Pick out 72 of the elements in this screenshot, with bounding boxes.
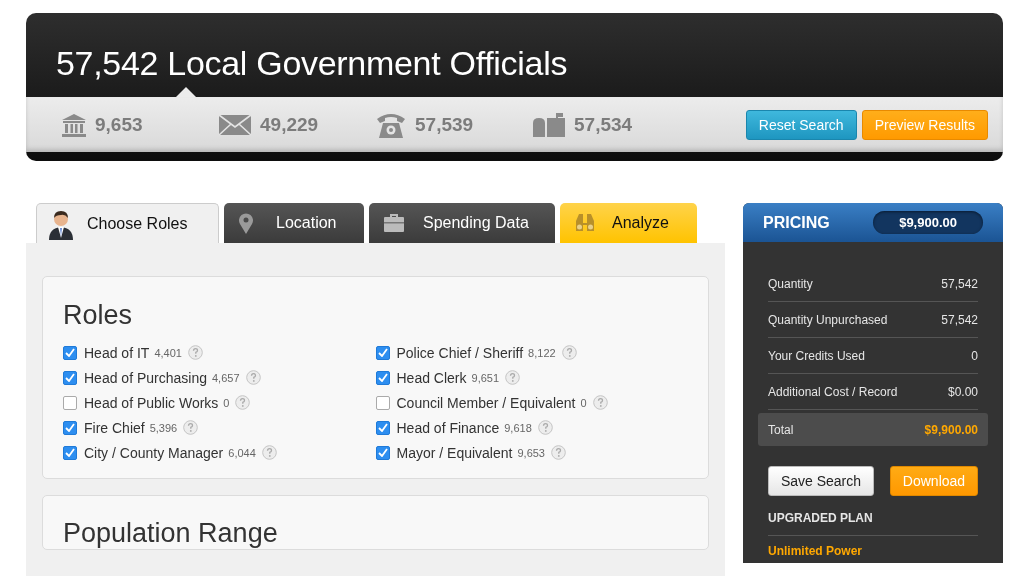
- role-label: Head of Public Works: [84, 394, 219, 411]
- role-label: Head of IT: [84, 344, 150, 361]
- page-title: 57,542 Local Government Officials: [55, 43, 569, 83]
- building-icon: [61, 112, 87, 137]
- price-display: $9,900.00: [873, 211, 983, 234]
- help-icon[interactable]: [183, 420, 199, 435]
- price-label: Your Credits Used: [768, 348, 865, 363]
- mailbox-icon: [532, 112, 566, 137]
- checkbox[interactable]: [375, 420, 390, 435]
- stat-count: 9,653: [95, 113, 143, 136]
- price-value: 0: [971, 348, 978, 363]
- help-icon[interactable]: [537, 420, 553, 435]
- role-count: 9,653: [517, 446, 545, 459]
- checkbox[interactable]: [375, 345, 390, 360]
- checkbox[interactable]: [375, 395, 390, 410]
- stat-count: 49,229: [260, 113, 319, 136]
- save-search-button[interactable]: Save Search: [768, 466, 874, 496]
- role-label: Head Clerk: [396, 369, 467, 386]
- price-value: 57,542: [941, 276, 978, 291]
- help-icon[interactable]: [551, 445, 566, 460]
- checkbox[interactable]: [63, 420, 77, 435]
- help-icon[interactable]: [245, 370, 261, 385]
- tab[interactable]: Location: [224, 203, 364, 243]
- total-label: Total: [768, 422, 794, 437]
- role-label: City / County Manager: [84, 444, 224, 461]
- pricing-title: PRICING: [763, 213, 830, 232]
- price-value: 57,542: [941, 312, 978, 327]
- tab[interactable]: Analyze: [560, 203, 697, 243]
- stat-count: 57,539: [415, 113, 474, 136]
- section-title: Roles: [63, 299, 134, 332]
- role-count: 4,657: [211, 371, 240, 384]
- role-label: Head of Finance: [396, 419, 500, 436]
- total-value: $9,900.00: [924, 422, 978, 437]
- price-label: Quantity: [768, 276, 813, 291]
- tab[interactable]: Choose Roles: [36, 203, 219, 243]
- help-icon[interactable]: [592, 395, 608, 410]
- checkbox[interactable]: [63, 445, 77, 460]
- price-value: $0.00: [947, 384, 978, 399]
- role-count: 0: [223, 396, 230, 409]
- price-label: Quantity Unpurchased: [768, 312, 888, 327]
- role-label: Council Member / Equivalent: [396, 394, 576, 411]
- section-title: Population Range: [63, 517, 279, 549]
- role-count: 6,044: [228, 446, 256, 459]
- envelope-icon: [218, 113, 252, 136]
- role-count: 0: [580, 396, 587, 409]
- help-icon[interactable]: [261, 445, 277, 460]
- role-count: 9,618: [504, 421, 532, 434]
- role-label: Head of Purchasing: [84, 369, 207, 386]
- checkbox[interactable]: [63, 370, 77, 385]
- role-count: 9,651: [471, 371, 500, 384]
- checkbox[interactable]: [63, 395, 77, 410]
- role-count: 8,122: [528, 346, 556, 359]
- stat-count: 57,534: [574, 113, 633, 136]
- help-icon[interactable]: [505, 370, 521, 385]
- help-icon[interactable]: [187, 345, 203, 360]
- checkbox[interactable]: [63, 345, 77, 360]
- role-count: 4,401: [154, 346, 182, 359]
- help-icon[interactable]: [561, 345, 577, 360]
- map-pin-icon: [238, 212, 254, 234]
- role-label: Police Chief / Sheriff: [396, 344, 524, 361]
- help-icon[interactable]: [235, 395, 251, 410]
- role-label: Fire Chief: [84, 419, 145, 436]
- plan-heading: UPGRADED PLAN: [768, 496, 978, 536]
- checkbox[interactable]: [375, 445, 390, 460]
- role-count: 5,396: [149, 421, 178, 434]
- tab[interactable]: Spending Data: [369, 203, 555, 243]
- role-label: Mayor / Equivalent: [396, 444, 513, 461]
- checkbox[interactable]: [375, 370, 390, 385]
- plan-name: Unlimited Power: [768, 543, 863, 558]
- price-label: Additional Cost / Record: [768, 384, 898, 399]
- briefcase-icon: [383, 213, 405, 233]
- binoculars-icon: [574, 213, 596, 233]
